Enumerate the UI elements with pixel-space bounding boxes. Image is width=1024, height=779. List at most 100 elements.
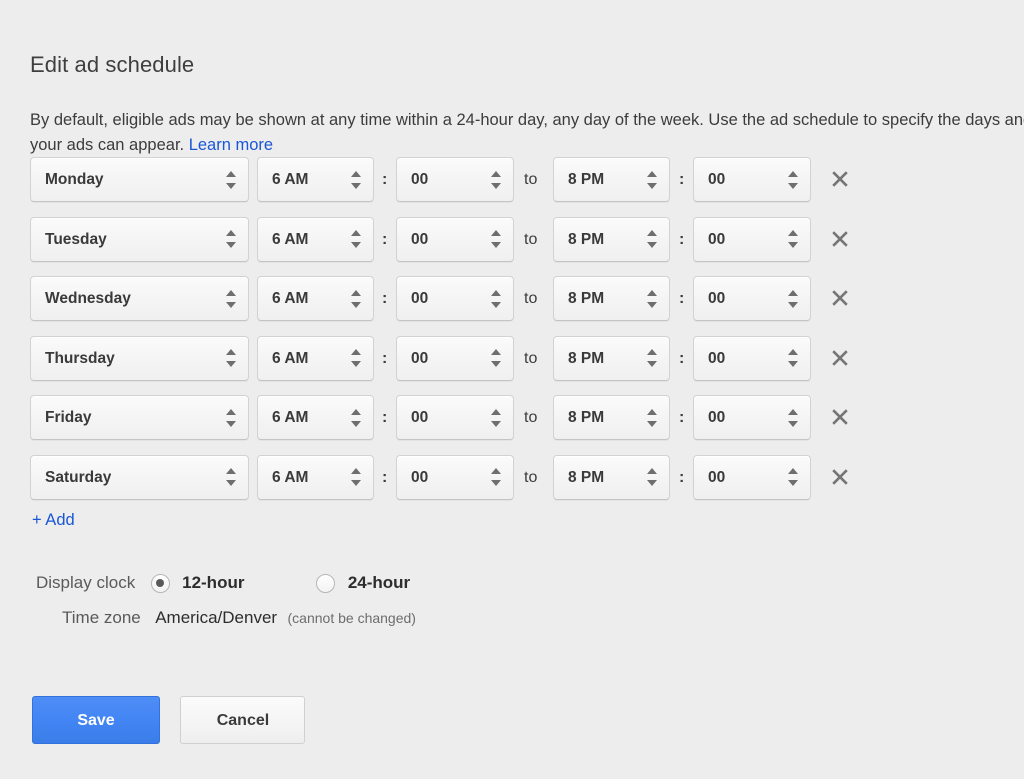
end-hour-select[interactable]: 8 PM [553, 395, 670, 440]
schedule-row: Thursday 6 AM: 00 to 8 PM: 00 [0, 335, 1024, 396]
start-minute-select[interactable]: 00 [396, 335, 514, 381]
end-minute-select-value: 00 [708, 171, 726, 188]
end-hour-select-value: 8 PM [568, 171, 605, 188]
stepper-arrows-icon[interactable] [491, 228, 502, 250]
add-schedule-row-link[interactable]: + Add [32, 509, 75, 531]
stepper-arrows-icon[interactable] [647, 169, 658, 191]
end-hour-select-value: 8 PM [568, 290, 605, 307]
day-select[interactable]: Tuesday [30, 216, 249, 262]
start-time-colon: : [382, 290, 388, 307]
close-icon[interactable] [828, 227, 852, 251]
stepper-arrows-icon[interactable] [351, 407, 362, 429]
end-minute-select-value: 00 [708, 230, 726, 248]
radio-12-hour[interactable] [150, 573, 170, 593]
close-icon[interactable] [828, 286, 852, 310]
start-minute-select[interactable]: 00 [396, 216, 514, 262]
schedule-row: Tuesday 6 AM: 00 to 8 PM: 00 [0, 216, 1024, 277]
stepper-arrows-icon[interactable] [788, 288, 799, 310]
stepper-arrows-icon[interactable] [491, 466, 502, 488]
day-select[interactable]: Wednesday [30, 276, 249, 321]
save-button[interactable]: Save [32, 696, 160, 744]
end-hour-select[interactable]: 8 PM [553, 454, 670, 500]
end-hour-select-value: 8 PM [568, 349, 605, 367]
stepper-arrows-icon[interactable] [491, 347, 502, 369]
day-select-value: Saturday [45, 468, 112, 486]
start-hour-select-value: 6 AM [272, 230, 309, 248]
end-minute-select[interactable]: 00 [693, 454, 811, 500]
stepper-arrows-icon[interactable] [226, 288, 237, 310]
stepper-arrows-icon[interactable] [788, 228, 799, 250]
stepper-arrows-icon[interactable] [647, 407, 658, 429]
radio-24-hour-label[interactable]: 24-hour [348, 573, 410, 593]
stepper-arrows-icon[interactable] [226, 347, 237, 369]
start-hour-select-value: 6 AM [272, 468, 309, 486]
start-hour-select[interactable]: 6 AM [257, 216, 374, 262]
learn-more-link[interactable]: Learn more [189, 136, 273, 154]
end-minute-select[interactable]: 00 [693, 395, 811, 440]
start-hour-select[interactable]: 6 AM [257, 395, 374, 440]
end-hour-select[interactable]: 8 PM [553, 335, 670, 381]
end-minute-select[interactable]: 00 [693, 216, 811, 262]
day-select[interactable]: Saturday [30, 454, 249, 500]
end-minute-select[interactable]: 00 [693, 335, 811, 381]
to-label: to [524, 349, 538, 367]
day-select[interactable]: Friday [30, 395, 249, 440]
start-hour-select[interactable]: 6 AM [257, 276, 374, 321]
stepper-arrows-icon[interactable] [647, 347, 658, 369]
close-icon[interactable] [828, 465, 852, 489]
stepper-arrows-icon[interactable] [351, 169, 362, 191]
start-hour-select-value: 6 AM [272, 290, 309, 307]
intro-paragraph: By default, eligible ads may be shown at… [30, 108, 1024, 158]
stepper-arrows-icon[interactable] [226, 466, 237, 488]
intro-text: By default, eligible ads may be shown at… [30, 110, 1024, 154]
start-minute-select[interactable]: 00 [396, 157, 514, 202]
day-select-value: Tuesday [45, 230, 107, 248]
close-icon[interactable] [828, 167, 852, 191]
start-hour-select[interactable]: 6 AM [257, 335, 374, 381]
end-time-colon: : [679, 290, 685, 307]
end-hour-select[interactable]: 8 PM [553, 216, 670, 262]
edit-ad-schedule-page: Edit ad schedule By default, eligible ad… [0, 0, 1024, 779]
stepper-arrows-icon[interactable] [788, 407, 799, 429]
stepper-arrows-icon[interactable] [351, 228, 362, 250]
time-zone-row: Time zone America/Denver (cannot be chan… [62, 608, 416, 628]
stepper-arrows-icon[interactable] [647, 466, 658, 488]
end-minute-select[interactable]: 00 [693, 276, 811, 321]
start-hour-select[interactable]: 6 AM [257, 454, 374, 500]
close-icon[interactable] [828, 405, 852, 429]
start-hour-select-value: 6 AM [272, 171, 309, 188]
stepper-arrows-icon[interactable] [647, 228, 658, 250]
stepper-arrows-icon[interactable] [226, 407, 237, 429]
radio-12-hour-label[interactable]: 12-hour [182, 573, 244, 593]
end-hour-select-value: 8 PM [568, 230, 605, 248]
stepper-arrows-icon[interactable] [351, 466, 362, 488]
close-icon[interactable] [828, 346, 852, 370]
stepper-arrows-icon[interactable] [491, 407, 502, 429]
stepper-arrows-icon[interactable] [647, 288, 658, 310]
day-select[interactable]: Thursday [30, 335, 249, 381]
end-hour-select[interactable]: 8 PM [553, 276, 670, 321]
schedule-row: Monday 6 AM: 00 to 8 PM: 00 [0, 157, 1024, 217]
start-hour-select[interactable]: 6 AM [257, 157, 374, 202]
stepper-arrows-icon[interactable] [226, 169, 237, 191]
stepper-arrows-icon[interactable] [491, 288, 502, 310]
stepper-arrows-icon[interactable] [226, 228, 237, 250]
cancel-button[interactable]: Cancel [180, 696, 306, 744]
start-minute-select[interactable]: 00 [396, 276, 514, 321]
end-hour-select[interactable]: 8 PM [553, 157, 670, 202]
stepper-arrows-icon[interactable] [351, 347, 362, 369]
stepper-arrows-icon[interactable] [788, 169, 799, 191]
end-time-colon: : [679, 409, 685, 426]
stepper-arrows-icon[interactable] [788, 347, 799, 369]
day-select[interactable]: Monday [30, 157, 249, 202]
radio-24-hour[interactable] [316, 573, 336, 593]
start-minute-select[interactable]: 00 [396, 454, 514, 500]
start-time-colon: : [382, 171, 388, 188]
end-minute-select[interactable]: 00 [693, 157, 811, 202]
stepper-arrows-icon[interactable] [351, 288, 362, 310]
to-label: to [524, 171, 538, 188]
start-minute-select[interactable]: 00 [396, 395, 514, 440]
stepper-arrows-icon[interactable] [491, 169, 502, 191]
stepper-arrows-icon[interactable] [788, 466, 799, 488]
end-minute-select-value: 00 [708, 468, 726, 486]
